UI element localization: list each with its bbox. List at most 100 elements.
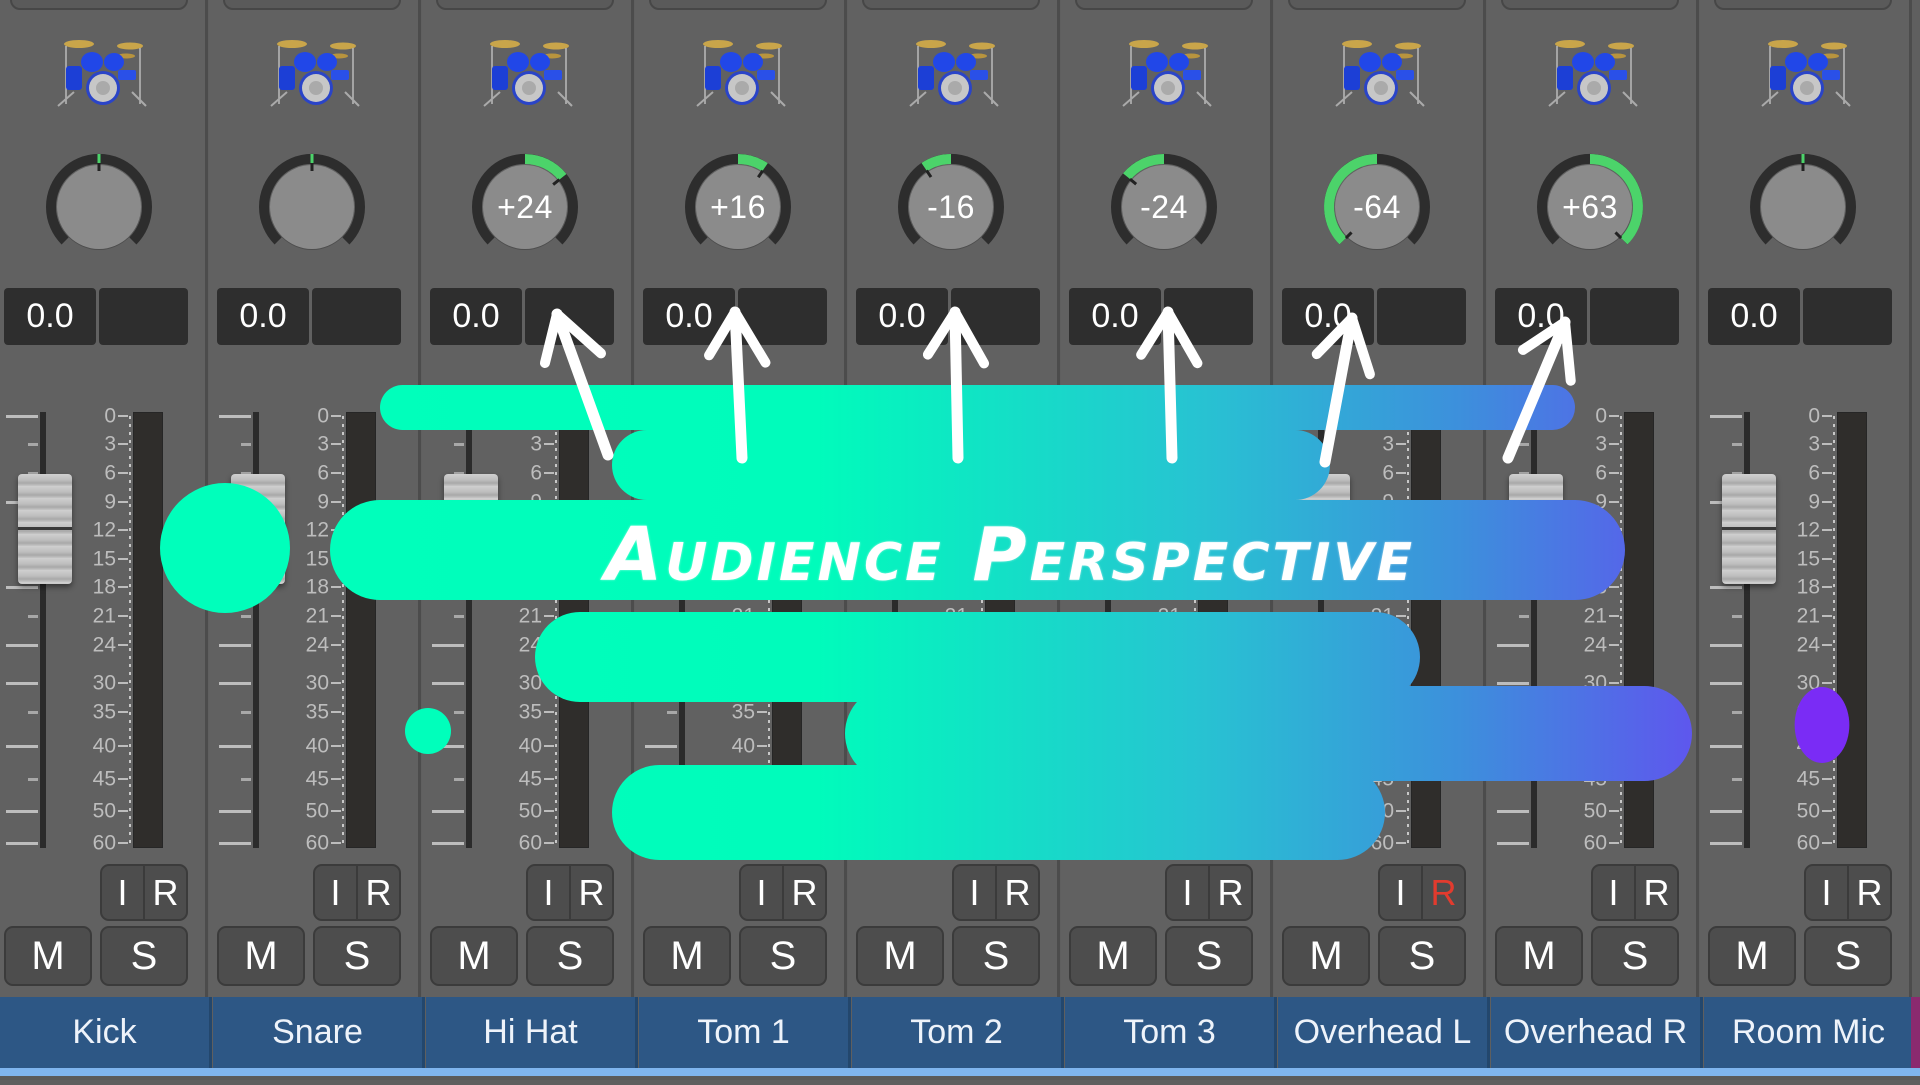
db-scale-tick: [757, 529, 767, 531]
volume-fader-handle[interactable]: [870, 474, 924, 584]
solo-button[interactable]: S: [739, 926, 827, 986]
track-name[interactable]: Snare: [213, 997, 425, 1068]
volume-fader-handle[interactable]: [1509, 474, 1563, 584]
db-scale-label: 40: [944, 734, 968, 758]
record-enable-button[interactable]: R: [782, 866, 825, 919]
record-enable-button[interactable]: R: [143, 866, 186, 919]
volume-fader-handle[interactable]: [1296, 474, 1350, 584]
drum-kit-icon[interactable]: [52, 32, 152, 112]
drum-kit-icon[interactable]: [1330, 32, 1430, 112]
top-slot-button[interactable]: [1075, 0, 1253, 10]
solo-button[interactable]: S: [1165, 926, 1253, 986]
record-enable-button[interactable]: R: [1208, 866, 1251, 919]
track-name[interactable]: Kick: [0, 997, 212, 1068]
db-scale-label: 9: [1382, 490, 1394, 514]
db-scale-tick: [970, 415, 980, 417]
track-name[interactable]: Overhead L: [1278, 997, 1490, 1068]
input-monitor-button[interactable]: I: [741, 866, 782, 919]
track-name[interactable]: Tom 2: [852, 997, 1064, 1068]
mute-button[interactable]: M: [856, 926, 944, 986]
top-slot-button[interactable]: [1288, 0, 1466, 10]
channel-strip: 0.0 0 3 6 9 12 15 18 21 24 30 35 40 45 50 60 I R M S: [209, 0, 421, 997]
volume-readout[interactable]: 0.0: [643, 288, 735, 345]
track-name[interactable]: Overhead R: [1491, 997, 1703, 1068]
record-enable-button[interactable]: R: [356, 866, 399, 919]
pan-value: [42, 150, 156, 264]
mute-button[interactable]: M: [4, 926, 92, 986]
track-name[interactable]: Hi Hat: [426, 997, 638, 1068]
input-monitor-button[interactable]: I: [1167, 866, 1208, 919]
input-monitor-button[interactable]: I: [528, 866, 569, 919]
track-name[interactable]: Tom 3: [1065, 997, 1277, 1068]
volume-fader-handle[interactable]: [231, 474, 285, 584]
mute-button[interactable]: M: [1495, 926, 1583, 986]
input-monitor-button[interactable]: I: [315, 866, 356, 919]
volume-readout[interactable]: 0.0: [217, 288, 309, 345]
track-name[interactable]: Tom 1: [639, 997, 851, 1068]
solo-button[interactable]: S: [526, 926, 614, 986]
volume-readout[interactable]: 0.0: [430, 288, 522, 345]
db-scale-tick: [757, 842, 767, 844]
drum-kit-icon[interactable]: [1756, 32, 1856, 112]
record-enable-button[interactable]: R: [1421, 866, 1464, 919]
solo-button[interactable]: S: [100, 926, 188, 986]
solo-button[interactable]: S: [313, 926, 401, 986]
db-scale-label: 50: [1157, 799, 1181, 823]
top-slot-button[interactable]: [862, 0, 1040, 10]
record-enable-button[interactable]: R: [1634, 866, 1677, 919]
solo-button[interactable]: S: [952, 926, 1040, 986]
volume-fader-handle[interactable]: [1083, 474, 1137, 584]
volume-readout[interactable]: 0.0: [1282, 288, 1374, 345]
drum-kit-icon[interactable]: [904, 32, 1004, 112]
input-monitor-button[interactable]: I: [1806, 866, 1847, 919]
mute-button[interactable]: M: [1069, 926, 1157, 986]
top-slot-button[interactable]: [10, 0, 188, 10]
solo-button[interactable]: S: [1378, 926, 1466, 986]
mute-button[interactable]: M: [217, 926, 305, 986]
db-scale-tick: [544, 415, 554, 417]
top-slot-button[interactable]: [1501, 0, 1679, 10]
volume-fader-handle[interactable]: [1722, 474, 1776, 584]
mute-button[interactable]: M: [1282, 926, 1370, 986]
top-slot-button[interactable]: [223, 0, 401, 10]
top-slot-button[interactable]: [436, 0, 614, 10]
db-scale-label: 21: [731, 604, 755, 628]
input-monitor-button[interactable]: I: [1593, 866, 1634, 919]
solo-button[interactable]: S: [1591, 926, 1679, 986]
input-monitor-button[interactable]: I: [1380, 866, 1421, 919]
db-scale-tick: [1183, 615, 1193, 617]
db-scale-label: 35: [1796, 700, 1820, 724]
drum-kit-icon[interactable]: [691, 32, 791, 112]
db-scale-tick: [1183, 682, 1193, 684]
volume-fader-handle[interactable]: [657, 474, 711, 584]
solo-button[interactable]: S: [1804, 926, 1892, 986]
volume-readout[interactable]: 0.0: [1495, 288, 1587, 345]
volume-readout[interactable]: 0.0: [856, 288, 948, 345]
mute-button[interactable]: M: [643, 926, 731, 986]
top-slot-button[interactable]: [1714, 0, 1892, 10]
drum-kit-icon[interactable]: [478, 32, 578, 112]
record-enable-button[interactable]: R: [1847, 866, 1890, 919]
db-scale-tick: [1183, 415, 1193, 417]
mute-button[interactable]: M: [1708, 926, 1796, 986]
volume-fader-handle[interactable]: [444, 474, 498, 584]
drum-kit-icon[interactable]: [1543, 32, 1643, 112]
pan-value: +16: [710, 188, 766, 225]
db-scale-tick: [757, 745, 767, 747]
volume-fader-handle[interactable]: [18, 474, 72, 584]
top-slot-button[interactable]: [649, 0, 827, 10]
volume-readout[interactable]: 0.0: [1069, 288, 1161, 345]
drum-kit-icon[interactable]: [265, 32, 365, 112]
record-enable-button[interactable]: R: [569, 866, 612, 919]
input-monitor-button[interactable]: I: [102, 866, 143, 919]
volume-readout[interactable]: 0.0: [1708, 288, 1800, 345]
input-monitor-button[interactable]: I: [954, 866, 995, 919]
volume-readout[interactable]: 0.0: [4, 288, 96, 345]
track-name[interactable]: Room Mic: [1704, 997, 1916, 1068]
db-scale-tick: [757, 472, 767, 474]
mute-button[interactable]: M: [430, 926, 518, 986]
drum-kit-icon[interactable]: [1117, 32, 1217, 112]
db-scale-label: 24: [92, 633, 116, 657]
db-scale-tick: [1183, 558, 1193, 560]
record-enable-button[interactable]: R: [995, 866, 1038, 919]
